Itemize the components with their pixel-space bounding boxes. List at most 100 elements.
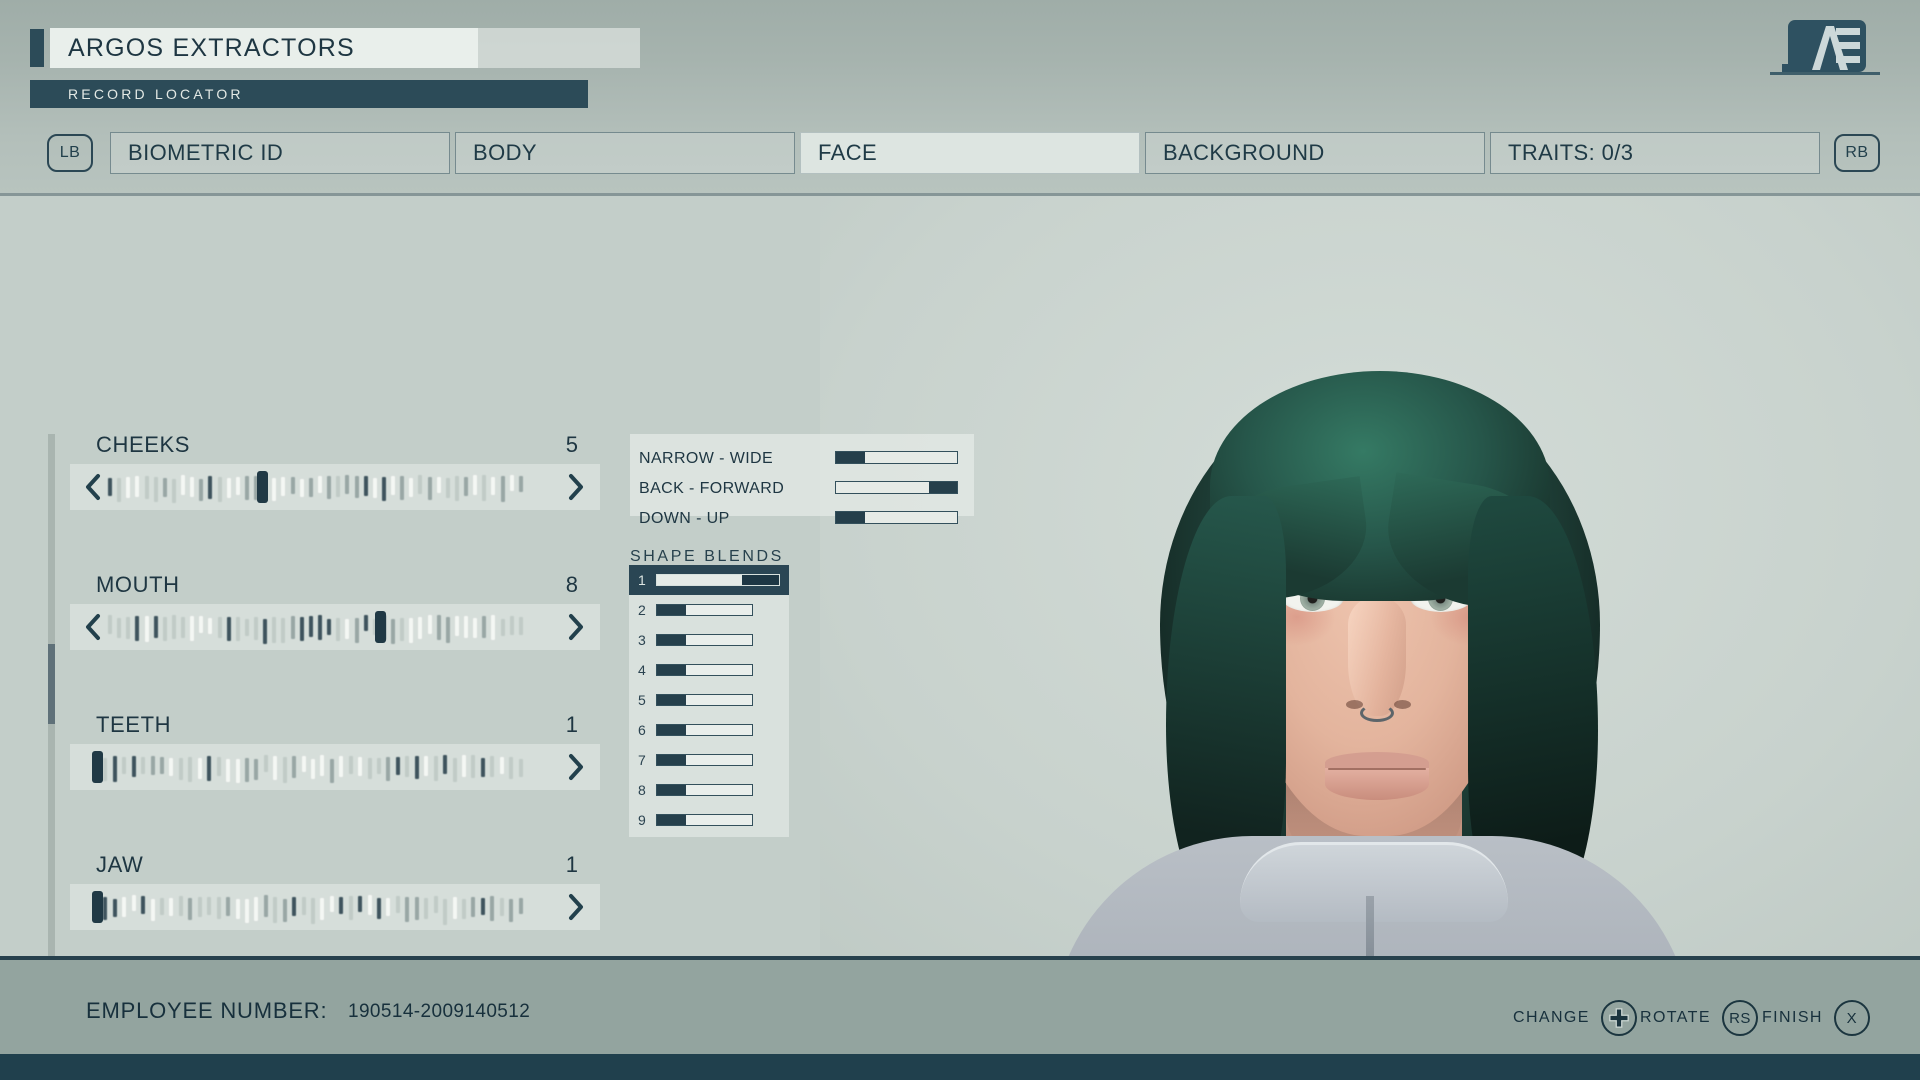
shape-blend-row[interactable]: 1 — [629, 565, 789, 595]
slider-tick — [473, 475, 477, 495]
slider-tick — [519, 617, 523, 635]
slider-tick — [217, 757, 221, 776]
chevron-right-icon[interactable] — [564, 892, 586, 922]
shape-blend-row[interactable]: 2 — [629, 595, 789, 625]
shape-blend-bar[interactable] — [656, 604, 753, 616]
slider-tick — [519, 898, 523, 914]
slider-tick — [226, 897, 230, 916]
right-bumper-button[interactable]: RB — [1834, 134, 1880, 172]
left-bumper-button[interactable]: LB — [47, 134, 93, 172]
slider-tick — [481, 898, 485, 915]
slider-tick — [349, 896, 353, 920]
shape-blend-fill — [657, 755, 686, 765]
tab-biometric-id[interactable]: BIOMETRIC ID — [110, 132, 450, 174]
slider-value: 1 — [566, 714, 578, 736]
slider-tick — [302, 897, 306, 915]
prompt-change[interactable]: CHANGE — [1513, 1000, 1637, 1036]
shape-blend-row[interactable]: 6 — [629, 715, 789, 745]
slider-tick — [198, 758, 202, 779]
axis-bar[interactable] — [835, 481, 958, 494]
slider-tick — [446, 478, 450, 498]
main-content: CHEEKS5MOUTH8TEETH1JAW1CHIN1 NARROW - WI… — [0, 196, 1920, 956]
slider-list-scrollbar-thumb[interactable] — [48, 644, 55, 724]
employee-number-label: EMPLOYEE NUMBER: — [86, 998, 327, 1024]
shape-blend-row[interactable]: 4 — [629, 655, 789, 685]
slider-tick — [254, 897, 258, 921]
chevron-right-icon[interactable] — [564, 752, 586, 782]
slider-tick — [405, 756, 409, 777]
slider-tick — [188, 898, 192, 920]
slider-tick — [190, 616, 194, 641]
shape-blend-row[interactable]: 3 — [629, 625, 789, 655]
slider-tick — [358, 896, 362, 912]
shape-blends-list: 123456789 — [629, 565, 789, 835]
shape-blend-row[interactable]: 9 — [629, 805, 789, 835]
slider-tick — [501, 476, 505, 502]
slider-tick — [281, 618, 285, 643]
shape-blend-bar[interactable] — [656, 664, 753, 676]
tab-body[interactable]: BODY — [455, 132, 795, 174]
slider-tick — [336, 476, 340, 497]
slider-tick — [172, 479, 176, 503]
chevron-left-icon[interactable] — [82, 472, 104, 502]
employee-number-value: 190514-2009140512 — [348, 1001, 530, 1023]
slider-tick — [163, 617, 167, 641]
slider-tick — [273, 756, 277, 780]
slider-tick — [364, 476, 368, 496]
axis-bar[interactable] — [835, 451, 958, 464]
shape-blend-bar[interactable] — [656, 724, 753, 736]
chevron-right-icon[interactable] — [564, 612, 586, 642]
slider-tick — [160, 898, 164, 915]
dpad-icon[interactable] — [1601, 1000, 1637, 1036]
tab-traits-0-3[interactable]: TRAITS: 0/3 — [1490, 132, 1820, 174]
shape-blend-row[interactable]: 7 — [629, 745, 789, 775]
slider-tick — [103, 758, 107, 781]
slider-knob[interactable] — [92, 891, 103, 923]
slider-tick — [283, 757, 287, 783]
slider-tick — [190, 477, 194, 497]
slider-track[interactable] — [70, 604, 600, 650]
shape-blend-fill — [657, 695, 686, 705]
shape-blend-bar[interactable] — [656, 784, 753, 796]
slider-tick — [254, 759, 258, 780]
slider-tick — [368, 758, 372, 779]
slider-value: 8 — [566, 574, 578, 596]
button-glyph-x[interactable]: X — [1834, 1000, 1870, 1036]
slider-tick — [141, 896, 145, 914]
axis-row-down-up[interactable]: DOWN - UP — [630, 504, 974, 534]
tab-bar: LB RB BIOMETRIC IDBODYFACEBACKGROUNDTRAI… — [0, 132, 1920, 178]
slider-tick — [199, 616, 203, 633]
slider-knob[interactable] — [375, 611, 386, 643]
axis-bar[interactable] — [835, 511, 958, 524]
slider-knob[interactable] — [257, 471, 268, 503]
chevron-right-icon[interactable] — [564, 472, 586, 502]
slider-knob[interactable] — [92, 751, 103, 783]
tab-background[interactable]: BACKGROUND — [1145, 132, 1485, 174]
slider-track[interactable] — [70, 744, 600, 790]
shape-blend-bar[interactable] — [656, 634, 753, 646]
shape-blend-bar[interactable] — [656, 814, 753, 826]
shape-blend-row[interactable]: 5 — [629, 685, 789, 715]
slider-tick — [482, 616, 486, 638]
shape-blend-bar[interactable] — [656, 754, 753, 766]
slider-track[interactable] — [70, 884, 600, 930]
button-glyph-rs[interactable]: RS — [1722, 1000, 1758, 1036]
slider-tick — [490, 896, 494, 921]
shape-blend-bar[interactable] — [656, 574, 780, 586]
slider-tick — [464, 616, 468, 638]
slider-track[interactable] — [70, 464, 600, 510]
slider-tick — [263, 619, 267, 644]
prompt-finish[interactable]: FINISHX — [1762, 1000, 1870, 1036]
slider-tick — [391, 476, 395, 495]
shape-blend-bar[interactable] — [656, 694, 753, 706]
slider-tick — [291, 616, 295, 639]
slider-tick — [132, 756, 136, 777]
shape-blend-row[interactable]: 8 — [629, 775, 789, 805]
chevron-left-icon[interactable] — [82, 612, 104, 642]
slider-tick — [386, 898, 390, 916]
axis-row-back-forward[interactable]: BACK - FORWARD — [630, 474, 974, 504]
character-preview-viewport[interactable] — [820, 196, 1920, 956]
tab-face[interactable]: FACE — [800, 132, 1140, 174]
axis-row-narrow-wide[interactable]: NARROW - WIDE — [630, 444, 974, 474]
prompt-rotate[interactable]: ROTATERS — [1640, 1000, 1758, 1036]
